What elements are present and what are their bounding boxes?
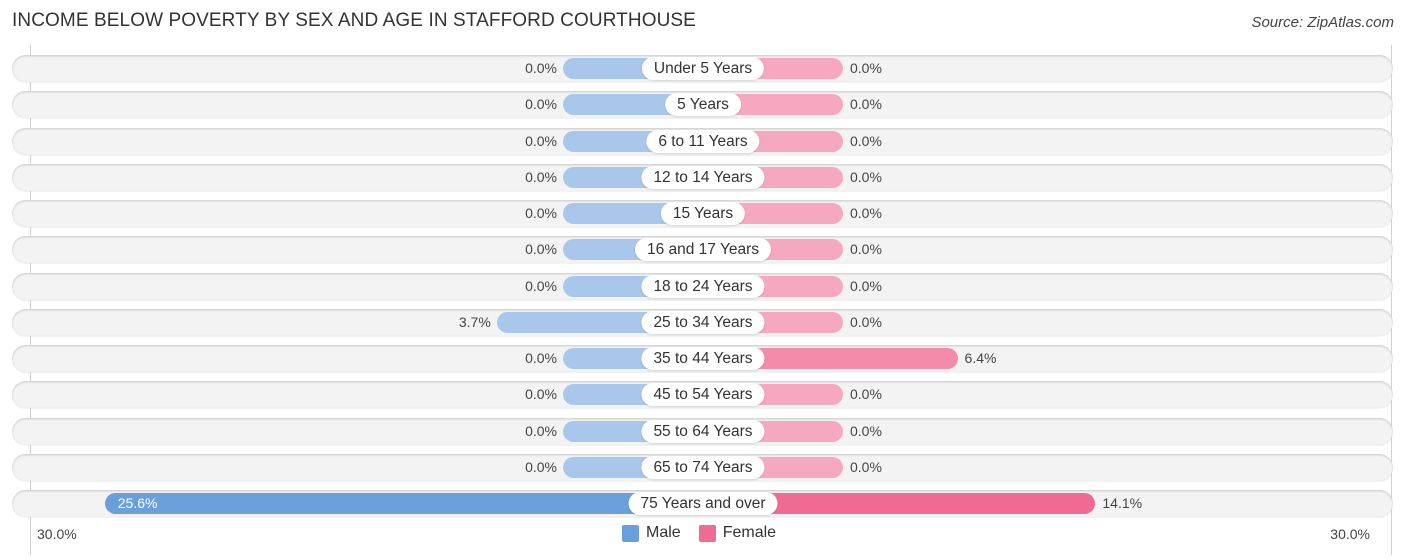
value-label-male: 25.6% — [117, 495, 158, 511]
value-label-female: 0.0% — [850, 132, 882, 149]
category-label: 65 to 74 Years — [641, 455, 765, 479]
category-label: 18 to 24 Years — [641, 274, 765, 298]
legend-swatch-female — [698, 524, 716, 542]
value-label-male: 0.0% — [525, 96, 557, 113]
value-label-female: 0.0% — [850, 205, 882, 221]
value-label-male: 0.0% — [525, 241, 557, 258]
value-label-female: 0.0% — [850, 96, 882, 113]
value-label-female: 0.0% — [850, 60, 882, 76]
value-label-male: 3.7% — [458, 313, 491, 330]
bar-male[interactable] — [104, 493, 703, 514]
category-label: 12 to 14 Years — [641, 165, 765, 189]
category-label: 5 Years — [665, 93, 741, 117]
value-label-female: 0.0% — [850, 168, 882, 185]
legend: Male Female — [622, 524, 794, 542]
value-label-female: 14.1% — [1102, 495, 1143, 511]
axis-label-right: 30.0% — [1330, 526, 1370, 542]
value-label-female: 0.0% — [850, 241, 882, 258]
value-label-female: 0.0% — [850, 458, 882, 475]
category-label: 25 to 34 Years — [641, 310, 765, 334]
value-label-female: 0.0% — [850, 277, 882, 294]
chart-area: Under 5 Years 0.0% 0.0% 5 Years 0.0% 0.0% 6 to… — [0, 0, 1406, 559]
category-label: 75 Years and over — [628, 492, 778, 515]
category-label: 6 to 11 Years — [646, 129, 760, 153]
value-label-male: 0.0% — [525, 386, 557, 403]
category-label: Under 5 Years — [641, 57, 765, 80]
value-label-female: 0.0% — [850, 422, 882, 439]
category-label: 55 to 64 Years — [641, 419, 765, 443]
axis-label-left: 30.0% — [37, 526, 77, 542]
legend-item-female[interactable]: Female — [698, 524, 777, 542]
value-label-male: 0.0% — [525, 458, 557, 475]
value-label-female: 6.4% — [964, 350, 997, 366]
value-label-male: 0.0% — [525, 350, 557, 366]
value-label-male: 0.0% — [525, 277, 557, 294]
value-label-female: 0.0% — [850, 386, 882, 403]
category-label: 16 and 17 Years — [634, 238, 772, 262]
value-label-male: 0.0% — [525, 132, 557, 149]
value-label-male: 0.0% — [525, 168, 557, 185]
value-label-female: 0.0% — [850, 313, 882, 330]
value-label-male: 0.0% — [525, 60, 557, 76]
legend-label-female: Female — [722, 524, 777, 541]
legend-label-male: Male — [646, 524, 681, 541]
category-label: 35 to 44 Years — [641, 347, 765, 370]
gridline-right — [1391, 45, 1392, 555]
legend-swatch-male — [622, 524, 639, 542]
category-label: 15 Years — [660, 202, 746, 225]
value-label-male: 0.0% — [525, 205, 557, 221]
value-label-male: 0.0% — [525, 422, 557, 439]
category-label: 45 to 54 Years — [641, 383, 765, 407]
legend-item-male[interactable]: Male — [622, 524, 681, 542]
